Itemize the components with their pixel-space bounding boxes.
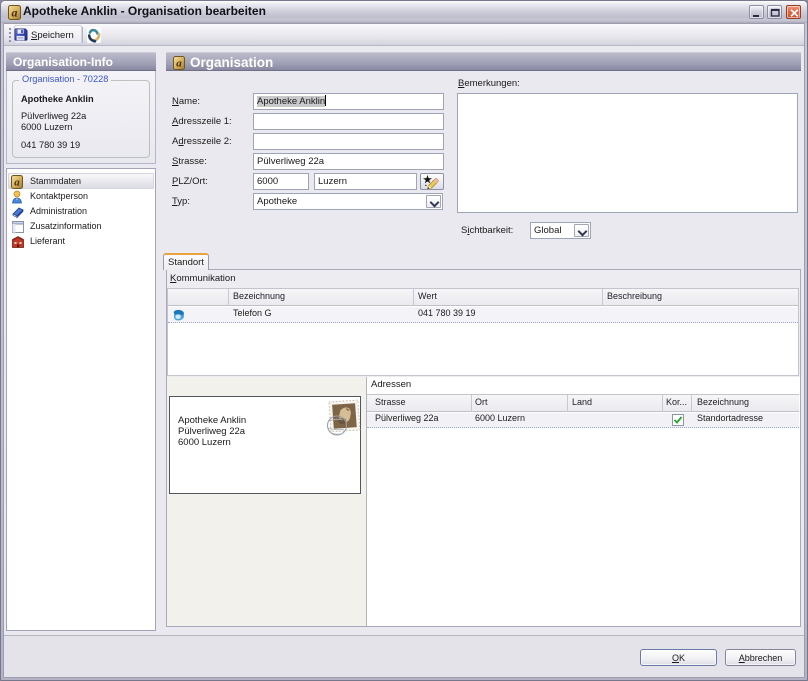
svg-text:a: a bbox=[176, 58, 182, 70]
svg-text:a: a bbox=[12, 6, 18, 20]
svg-text:a: a bbox=[14, 177, 20, 189]
